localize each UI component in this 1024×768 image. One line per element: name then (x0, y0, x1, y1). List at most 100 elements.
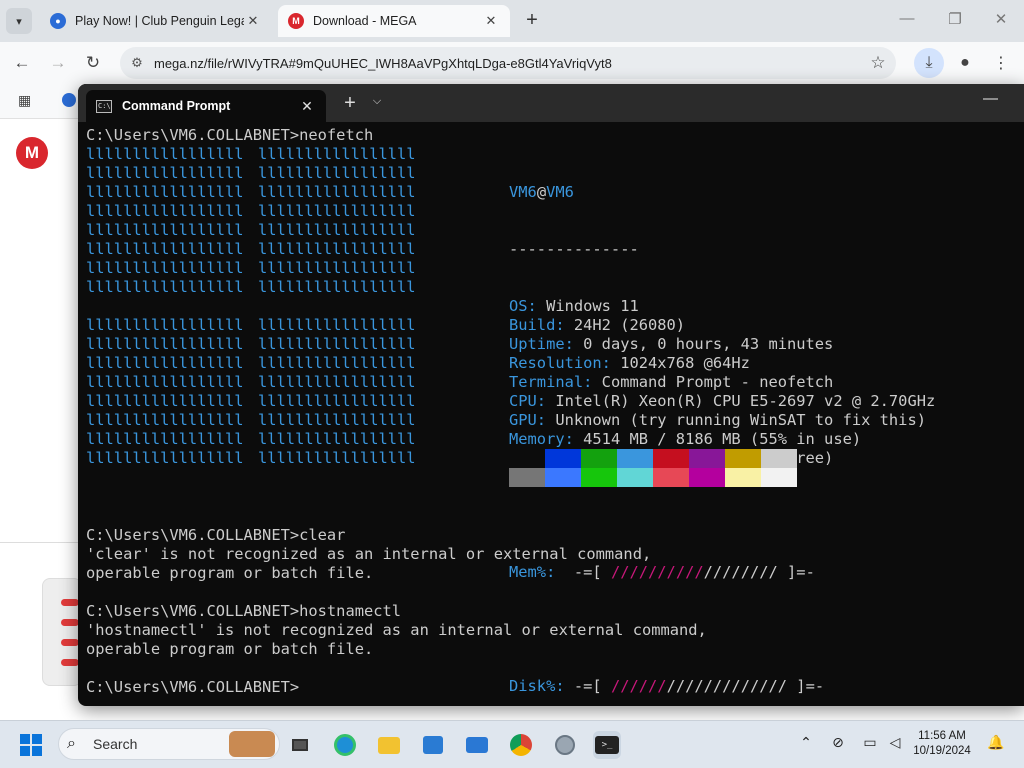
logo-row: lllllllllllllllll lllllllllllllllll (86, 335, 430, 354)
logo-block: lllllllllllllllll (86, 373, 244, 391)
terminal-prompt[interactable]: C:\Users\VM6.COLLABNET> (86, 678, 299, 697)
search-label: Search (93, 736, 138, 752)
info-key: Build: (509, 316, 565, 334)
mem-used-bar: ////////// (610, 563, 704, 581)
palette-row (509, 468, 797, 487)
terminal-line: C:\Users\VM6.COLLABNET>hostnamectl (86, 602, 402, 620)
bookmarks-bar: ▦ (0, 84, 80, 118)
network-off-icon[interactable]: ⊘ (827, 734, 849, 751)
logo-block: lllllllllllllllll (258, 202, 416, 220)
minimize-icon[interactable]: — (884, 10, 930, 27)
app-icon[interactable] (551, 731, 579, 759)
new-tab-button[interactable]: + (520, 9, 544, 33)
notification-bell-icon[interactable]: 🔔 (985, 734, 1007, 751)
display-icon[interactable]: ▭ (859, 734, 881, 751)
tab-title: Play Now! | Club Penguin Legacy (75, 14, 244, 28)
minimize-icon[interactable]: — (983, 90, 1003, 107)
info-value: Command Prompt - neofetch (592, 373, 834, 391)
close-icon[interactable]: ✕ (298, 98, 316, 115)
back-arrow-icon[interactable]: ← (11, 52, 33, 74)
logo-block: lllllllllllllllll (86, 164, 244, 182)
terminal-taskbar-icon[interactable]: >_ (593, 731, 621, 759)
logo-row: lllllllllllllllll lllllllllllllllll (86, 145, 430, 164)
at-sign: @ (536, 183, 547, 201)
reload-icon[interactable]: ↻ (82, 52, 104, 74)
logo-block: lllllllllllllllll (86, 202, 244, 220)
logo-row: lllllllllllllllll lllllllllllllllll (86, 164, 430, 183)
logo-row: lllllllllllllllll lllllllllllllllll (86, 240, 430, 259)
profile-icon[interactable]: ● (950, 48, 980, 78)
tab-search-button[interactable]: ▾ (6, 8, 32, 34)
system-clock[interactable]: 11:56 AM 10/19/2024 (908, 729, 976, 759)
mem-free-bar: //////// (703, 563, 788, 581)
file-explorer-icon[interactable] (375, 731, 403, 759)
chrome-icon[interactable] (507, 731, 535, 759)
bar-bracket: -=[ (555, 563, 611, 581)
color-palette (509, 449, 797, 487)
site-info-icon[interactable]: ⚙ (120, 55, 154, 71)
info-row: Memory: 4514 MB / 8186 MB (55% in use) (509, 430, 935, 449)
close-icon[interactable]: ✕ (244, 13, 262, 29)
start-button[interactable] (20, 734, 42, 756)
tab-club-penguin[interactable]: ● Play Now! | Club Penguin Legacy ✕ (40, 5, 272, 37)
menu-dots-icon[interactable]: ⋮ (986, 48, 1016, 78)
logo-block: lllllllllllllllll (86, 221, 244, 239)
logo-row: lllllllllllllllll lllllllllllllllll (86, 316, 430, 335)
mail-icon[interactable] (463, 731, 491, 759)
info-key: Memory: (509, 430, 574, 448)
tab-mega-download[interactable]: M Download - MEGA ✕ (278, 5, 510, 37)
edge-icon[interactable] (331, 731, 359, 759)
bookmark-star-icon[interactable]: ☆ (860, 53, 896, 73)
color-swatch (509, 449, 545, 468)
logo-block: lllllllllllllllll (258, 278, 416, 296)
close-icon[interactable]: ✕ (482, 13, 500, 29)
logo-block: lllllllllllllllll (86, 259, 244, 277)
info-row: OS: Windows 11 (509, 297, 935, 316)
logo-block: lllllllllllllllll (258, 221, 416, 239)
search-icon: ⌕ (67, 735, 76, 752)
logo-block: lllllllllllllllll (86, 183, 244, 201)
logo-block: lllllllllllllllll (258, 183, 416, 201)
chevron-up-icon[interactable]: ⌃ (795, 734, 817, 751)
terminal-line: 'hostnamectl' is not recognized as an in… (86, 621, 707, 639)
terminal-tab[interactable]: C:\ Command Prompt ✕ (86, 90, 326, 122)
info-row: Resolution: 1024x768 @64Hz (509, 354, 935, 373)
color-swatch (689, 468, 725, 487)
logo-block: lllllllllllllllll (258, 145, 416, 163)
bar-bracket: -=[ (564, 677, 611, 695)
task-view-icon[interactable] (286, 731, 314, 759)
color-swatch (617, 449, 653, 468)
logo-block: lllllllllllllllll (258, 430, 416, 448)
logo-row: lllllllllllllllll lllllllllllllllll (86, 354, 430, 373)
decor-bar (61, 659, 79, 666)
divider (0, 542, 80, 543)
chevron-down-icon[interactable]: ⌵ (370, 95, 384, 108)
color-swatch (653, 449, 689, 468)
info-row: CPU: Intel(R) Xeon(R) CPU E5-2697 v2 @ 2… (509, 392, 935, 411)
palette-row (509, 449, 797, 468)
mega-logo[interactable]: M (16, 137, 48, 169)
restore-icon[interactable]: ❐ (932, 10, 978, 28)
logo-row: lllllllllllllllll lllllllllllllllll (86, 202, 430, 221)
address-bar[interactable]: ⚙ mega.nz/file/rWIVyTRA#9mQuUHEC_IWH8AaV… (120, 47, 896, 79)
forward-arrow-icon[interactable]: → (47, 52, 69, 74)
color-swatch (725, 468, 761, 487)
apps-grid-icon[interactable]: ▦ (18, 92, 31, 109)
command-prompt-window[interactable]: C:\ Command Prompt ✕ + ⌵ — C:\Users\VM6.… (78, 84, 1024, 706)
info-value: 0 days, 0 hours, 43 minutes (573, 335, 834, 353)
logo-block: lllllllllllllllll (258, 411, 416, 429)
info-value: Unknown (try running WinSAT to fix this) (546, 411, 926, 429)
taskbar-search[interactable]: ⌕ Search (58, 728, 280, 760)
user-name: VM6 (509, 183, 537, 201)
color-swatch (653, 468, 689, 487)
penguin-icon[interactable] (62, 93, 76, 107)
microsoft-store-icon[interactable] (419, 731, 447, 759)
download-icon[interactable]: ⤓ (914, 48, 944, 78)
close-window-icon[interactable]: ✕ (978, 10, 1024, 28)
search-highlight-image (229, 731, 275, 757)
logo-block: lllllllllllllllll (258, 449, 416, 467)
volume-muted-icon[interactable]: ◁ (884, 734, 906, 751)
terminal-tab-title: Command Prompt (122, 99, 231, 113)
new-terminal-tab-button[interactable]: + (340, 92, 360, 115)
info-rows: OS: Windows 11 Build: 24H2 (26080) Uptime:… (509, 297, 935, 468)
